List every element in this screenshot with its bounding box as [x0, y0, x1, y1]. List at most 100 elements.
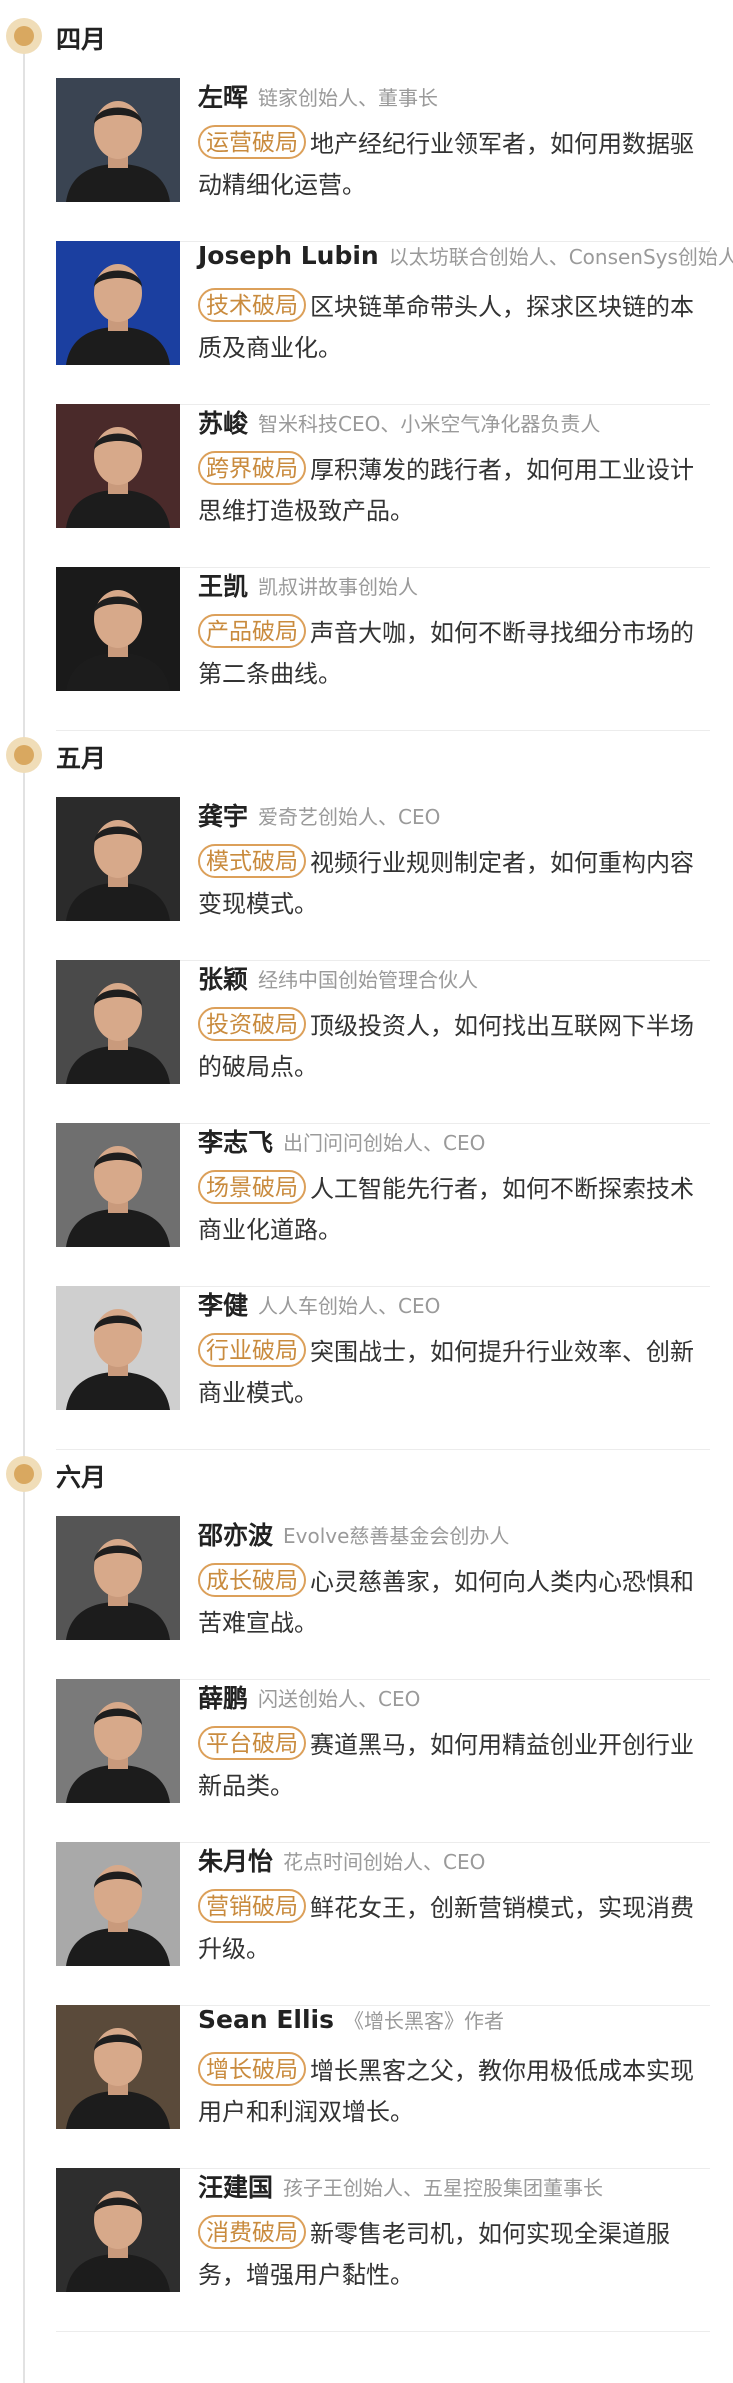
speaker-description: 成长破局 心灵慈善家，如何向人类内心恐惧和苦难宣战。 — [198, 1562, 698, 1644]
speaker-header: 薛鹏 闪送创始人、CEO — [198, 1679, 420, 1715]
speaker-card[interactable]: 张颖 经纬中国创始管理合伙人投资破局 顶级投资人，如何找出互联网下半场的破局点。 — [56, 960, 710, 1124]
speaker-card[interactable]: Joseph Lubin 以太坊联合创始人、ConsenSys创始人技术破局 区块链… — [56, 241, 733, 405]
speaker-photo — [56, 1679, 180, 1803]
speaker-card[interactable]: 薛鹏 闪送创始人、CEO 平台破局 赛道黑马，如何用精益创业开创行业新品类。 — [56, 1679, 710, 1843]
month-title: 五月 — [56, 744, 107, 773]
speaker-photo — [56, 2005, 180, 2129]
speaker-card[interactable]: 龚宇 爱奇艺创始人、CEO 模式破局 视频行业规则制定者，如何重构内容变现模式。 — [56, 797, 710, 961]
topic-tag: 营销破局 — [198, 1889, 306, 1923]
speaker-photo — [56, 797, 180, 921]
topic-tag: 场景破局 — [198, 1170, 306, 1204]
speaker-name: 朱月怡 — [198, 1847, 274, 1876]
speaker-role: 链家创始人、董事长 — [258, 85, 439, 110]
speaker-header: Sean Ellis 《增长黑客》作者 — [198, 2005, 504, 2041]
topic-tag: 技术破局 — [198, 288, 306, 322]
speaker-role: 出门问问创始人、CEO — [283, 1130, 486, 1155]
speaker-header: 李健 人人车创始人、CEO — [198, 1286, 440, 1322]
speaker-description: 投资破局 顶级投资人，如何找出互联网下半场的破局点。 — [198, 1006, 698, 1088]
speaker-description: 营销破局 鲜花女王，创新营销模式，实现消费升级。 — [198, 1888, 698, 1970]
speaker-name: 王凯 — [198, 572, 249, 601]
speaker-header: 朱月怡 花点时间创始人、CEO — [198, 1842, 485, 1878]
speaker-role: 智米科技CEO、小米空气净化器负责人 — [258, 411, 601, 436]
speaker-card[interactable]: 李健 人人车创始人、CEO 行业破局 突围战士，如何提升行业效率、创新商业模式。 — [56, 1286, 710, 1450]
speaker-photo — [56, 404, 180, 528]
speaker-role: 闪送创始人、CEO — [258, 1686, 421, 1711]
speaker-name: 左晖 — [198, 83, 249, 112]
topic-tag: 运营破局 — [198, 125, 306, 159]
topic-tag: 成长破局 — [198, 1563, 306, 1597]
speaker-photo — [56, 960, 180, 1084]
speaker-header: 龚宇 爱奇艺创始人、CEO — [198, 797, 440, 833]
speaker-description: 场景破局 人工智能先行者，如何不断探索技术商业化道路。 — [198, 1169, 698, 1251]
speaker-role: 以太坊联合创始人、ConsenSys创始人 — [388, 245, 733, 269]
speaker-photo — [56, 78, 180, 202]
speaker-header: 苏峻 智米科技CEO、小米空气净化器负责人 — [198, 404, 600, 440]
timeline-dot-icon — [6, 18, 42, 54]
speaker-name: Joseph Lubin — [198, 241, 379, 270]
speaker-card[interactable]: 汪建国 孩子王创始人、五星控股集团董事长消费破局 新零售老司机，如何实现全渠道服务，… — [56, 2168, 710, 2332]
speaker-card[interactable]: Sean Ellis 《增长黑客》作者增长破局 增长黑客之父，教你用极低成本实现用户… — [56, 2005, 710, 2169]
topic-tag: 消费破局 — [198, 2215, 306, 2249]
speaker-photo — [56, 1123, 180, 1247]
speaker-name: Sean Ellis — [198, 2005, 334, 2034]
speaker-header: 王凯 凯叔讲故事创始人 — [198, 567, 418, 603]
speaker-role: 花点时间创始人、CEO — [283, 1849, 486, 1874]
speaker-header: Joseph Lubin 以太坊联合创始人、ConsenSys创始人 — [198, 241, 733, 277]
speaker-header: 汪建国 孩子王创始人、五星控股集团董事长 — [198, 2168, 603, 2204]
speaker-role: Evolve慈善基金会创办人 — [283, 1523, 510, 1548]
speaker-card[interactable]: 苏峻 智米科技CEO、小米空气净化器负责人跨界破局 厚积薄发的践行者，如何用工业设计… — [56, 404, 710, 568]
timeline-line — [23, 755, 25, 1470]
speaker-description: 运营破局 地产经纪行业领军者，如何用数据驱动精细化运营。 — [198, 124, 698, 206]
speaker-role: 凯叔讲故事创始人 — [258, 574, 419, 599]
speaker-photo — [56, 567, 180, 691]
timeline-dot-icon — [6, 1456, 42, 1492]
speaker-card[interactable]: 左晖 链家创始人、董事长运营破局 地产经纪行业领军者，如何用数据驱动精细化运营。 — [56, 78, 710, 242]
speaker-description: 产品破局 声音大咖，如何不断寻找细分市场的第二条曲线。 — [198, 613, 698, 695]
speaker-header: 左晖 链家创始人、董事长 — [198, 78, 438, 114]
speaker-photo — [56, 2168, 180, 2292]
topic-tag: 投资破局 — [198, 1007, 306, 1041]
speaker-description: 增长破局 增长黑客之父，教你用极低成本实现用户和利润双增长。 — [198, 2051, 698, 2133]
month-title: 四月 — [56, 25, 107, 54]
speaker-name: 李志飞 — [198, 1128, 274, 1157]
speaker-role: 《增长黑客》作者 — [344, 2009, 504, 2033]
speaker-card[interactable]: 李志飞 出门问问创始人、CEO 场景破局 人工智能先行者，如何不断探索技术商业化道路。 — [56, 1123, 710, 1287]
speaker-name: 苏峻 — [198, 409, 249, 438]
month-title: 六月 — [56, 1463, 107, 1492]
speaker-name: 薛鹏 — [198, 1684, 249, 1713]
speaker-role: 经纬中国创始管理合伙人 — [258, 967, 479, 992]
speaker-photo — [56, 1516, 180, 1640]
speaker-photo — [56, 1842, 180, 1966]
speaker-name: 张颖 — [198, 965, 249, 994]
speaker-header: 邵亦波 Evolve慈善基金会创办人 — [198, 1516, 509, 1552]
speaker-header: 张颖 经纬中国创始管理合伙人 — [198, 960, 478, 996]
topic-tag: 产品破局 — [198, 614, 306, 648]
speaker-description: 行业破局 突围战士，如何提升行业效率、创新商业模式。 — [198, 1332, 698, 1414]
topic-tag: 模式破局 — [198, 844, 306, 878]
speaker-card[interactable]: 王凯 凯叔讲故事创始人产品破局 声音大咖，如何不断寻找细分市场的第二条曲线。 — [56, 567, 710, 731]
timeline-line — [23, 1474, 25, 2383]
speaker-role: 人人车创始人、CEO — [258, 1293, 441, 1318]
topic-tag: 平台破局 — [198, 1726, 306, 1760]
speaker-photo — [56, 1286, 180, 1410]
speaker-description: 模式破局 视频行业规则制定者，如何重构内容变现模式。 — [198, 843, 698, 925]
speaker-card[interactable]: 朱月怡 花点时间创始人、CEO 营销破局 鲜花女王，创新营销模式，实现消费升级。 — [56, 1842, 710, 2006]
speaker-name: 李健 — [198, 1291, 249, 1320]
speaker-name: 汪建国 — [198, 2173, 274, 2202]
timeline-dot-icon — [6, 737, 42, 773]
speaker-role: 孩子王创始人、五星控股集团董事长 — [283, 2175, 604, 2200]
speaker-description: 消费破局 新零售老司机，如何实现全渠道服务，增强用户黏性。 — [198, 2214, 698, 2296]
speaker-name: 邵亦波 — [198, 1521, 274, 1550]
speaker-role: 爱奇艺创始人、CEO — [258, 804, 441, 829]
speaker-card[interactable]: 邵亦波 Evolve慈善基金会创办人成长破局 心灵慈善家，如何向人类内心恐惧和苦难宣… — [56, 1516, 710, 1680]
topic-tag: 增长破局 — [198, 2052, 306, 2086]
speaker-name: 龚宇 — [198, 802, 249, 831]
speaker-header: 李志飞 出门问问创始人、CEO — [198, 1123, 485, 1159]
speaker-description: 平台破局 赛道黑马，如何用精益创业开创行业新品类。 — [198, 1725, 698, 1807]
speaker-description: 技术破局 区块链革命带头人，探求区块链的本质及商业化。 — [198, 287, 698, 369]
speaker-photo — [56, 241, 180, 365]
speaker-description: 跨界破局 厚积薄发的践行者，如何用工业设计思维打造极致产品。 — [198, 450, 698, 532]
timeline-line — [23, 36, 25, 751]
topic-tag: 跨界破局 — [198, 451, 306, 485]
topic-tag: 行业破局 — [198, 1333, 306, 1367]
